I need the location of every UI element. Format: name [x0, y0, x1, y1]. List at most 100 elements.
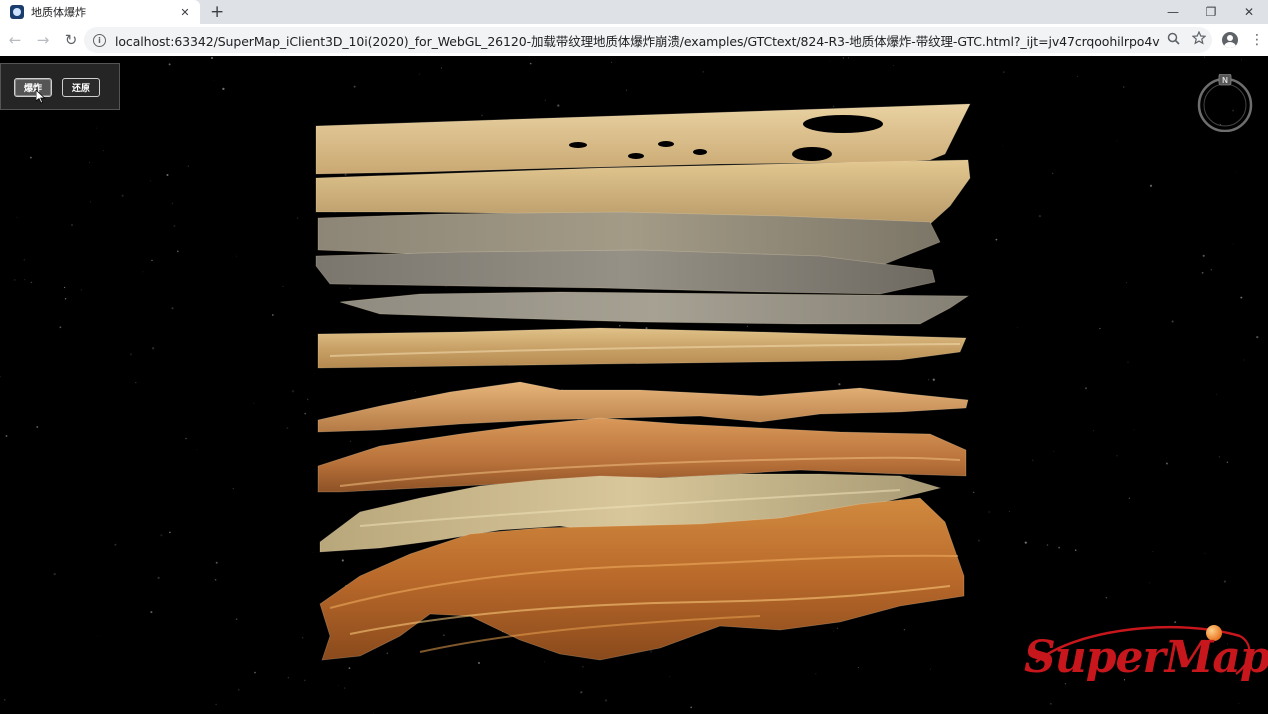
star	[1038, 214, 1042, 218]
minimize-button[interactable]: —	[1154, 0, 1192, 24]
star	[304, 679, 306, 681]
profile-icon[interactable]	[1222, 32, 1238, 48]
zoom-icon[interactable]	[1160, 32, 1186, 49]
star	[1122, 86, 1125, 88]
restore-button[interactable]: ❐	[1192, 0, 1230, 24]
star	[210, 56, 214, 60]
star	[121, 194, 124, 197]
info-icon[interactable]: i	[93, 33, 106, 47]
star	[1099, 327, 1101, 330]
star	[619, 325, 621, 327]
star	[1149, 184, 1153, 187]
explode-button[interactable]: 爆炸	[14, 78, 52, 97]
star	[71, 224, 73, 226]
stratum-gap	[658, 141, 674, 147]
star	[296, 217, 299, 219]
star	[1256, 335, 1259, 339]
star	[580, 691, 583, 694]
star	[836, 627, 838, 629]
star	[235, 255, 237, 257]
stratum-gap	[803, 115, 883, 133]
restore-button-map[interactable]: 还原	[62, 78, 100, 97]
star	[690, 706, 693, 709]
star	[306, 398, 309, 401]
geology-strata[interactable]	[315, 103, 971, 661]
url-text[interactable]: localhost:63342/SuperMap_iClient3D_10i(2…	[115, 31, 1160, 50]
address-bar[interactable]: i localhost:63342/SuperMap_iClient3D_10i…	[84, 27, 1212, 53]
star	[344, 173, 347, 176]
geology-scene[interactable]	[0, 56, 1268, 714]
star	[64, 298, 67, 300]
close-window-button[interactable]: ✕	[1230, 0, 1268, 24]
star	[386, 652, 389, 655]
mouse-cursor-icon	[36, 90, 46, 104]
star	[1204, 553, 1206, 554]
star	[344, 687, 346, 689]
star	[1204, 56, 1206, 58]
star	[418, 73, 420, 75]
star	[604, 699, 608, 702]
star	[215, 703, 217, 706]
star	[848, 57, 849, 59]
star	[1032, 459, 1034, 461]
star-icon[interactable]	[1186, 30, 1212, 49]
favicon-icon	[10, 5, 24, 19]
star	[1017, 326, 1019, 328]
star	[1008, 511, 1010, 513]
star	[625, 89, 627, 91]
compass-icon[interactable]: N	[1196, 74, 1254, 132]
stratum-layer-5[interactable]	[339, 291, 970, 325]
star	[1077, 76, 1078, 77]
browser-tab[interactable]: 地质体爆炸 ✕	[0, 0, 200, 24]
stratum-gap	[569, 142, 587, 148]
star	[235, 618, 238, 620]
star	[1235, 172, 1237, 174]
star	[166, 173, 169, 177]
compass-north-label: N	[1222, 76, 1228, 85]
star	[1201, 271, 1204, 274]
star	[314, 373, 315, 375]
reload-button[interactable]: ↻	[58, 27, 84, 53]
star	[171, 202, 174, 205]
star	[373, 712, 374, 714]
star	[972, 491, 975, 494]
back-button[interactable]: ←	[2, 27, 28, 53]
star	[89, 201, 91, 203]
star	[892, 65, 894, 67]
star	[96, 127, 98, 129]
star	[1092, 430, 1094, 432]
tab-close-icon[interactable]: ✕	[178, 6, 192, 19]
star	[669, 676, 670, 677]
star	[829, 60, 831, 62]
new-tab-button[interactable]: +	[210, 2, 224, 22]
star	[1125, 282, 1127, 284]
star	[16, 216, 18, 218]
star	[214, 578, 217, 581]
star	[238, 689, 240, 691]
star	[1171, 320, 1174, 323]
map-viewport[interactable]: 爆炸 还原 N SuperMap	[0, 56, 1268, 714]
star	[24, 279, 26, 281]
star	[557, 104, 560, 107]
star	[287, 677, 289, 679]
star	[97, 635, 99, 637]
star	[59, 326, 62, 329]
star	[135, 381, 137, 384]
star	[1074, 549, 1077, 552]
menu-icon[interactable]: ⋮	[1250, 30, 1264, 50]
star	[0, 375, 1, 378]
star	[1053, 450, 1054, 452]
star	[103, 150, 105, 152]
star	[746, 325, 748, 327]
star	[341, 559, 344, 562]
forward-button[interactable]: →	[30, 27, 56, 53]
star	[988, 511, 990, 513]
star	[337, 684, 339, 686]
star	[478, 662, 480, 664]
star	[1058, 546, 1061, 549]
star	[1133, 429, 1135, 431]
star	[1001, 145, 1003, 147]
star	[353, 85, 356, 88]
star	[1003, 71, 1005, 73]
star	[1202, 254, 1205, 257]
